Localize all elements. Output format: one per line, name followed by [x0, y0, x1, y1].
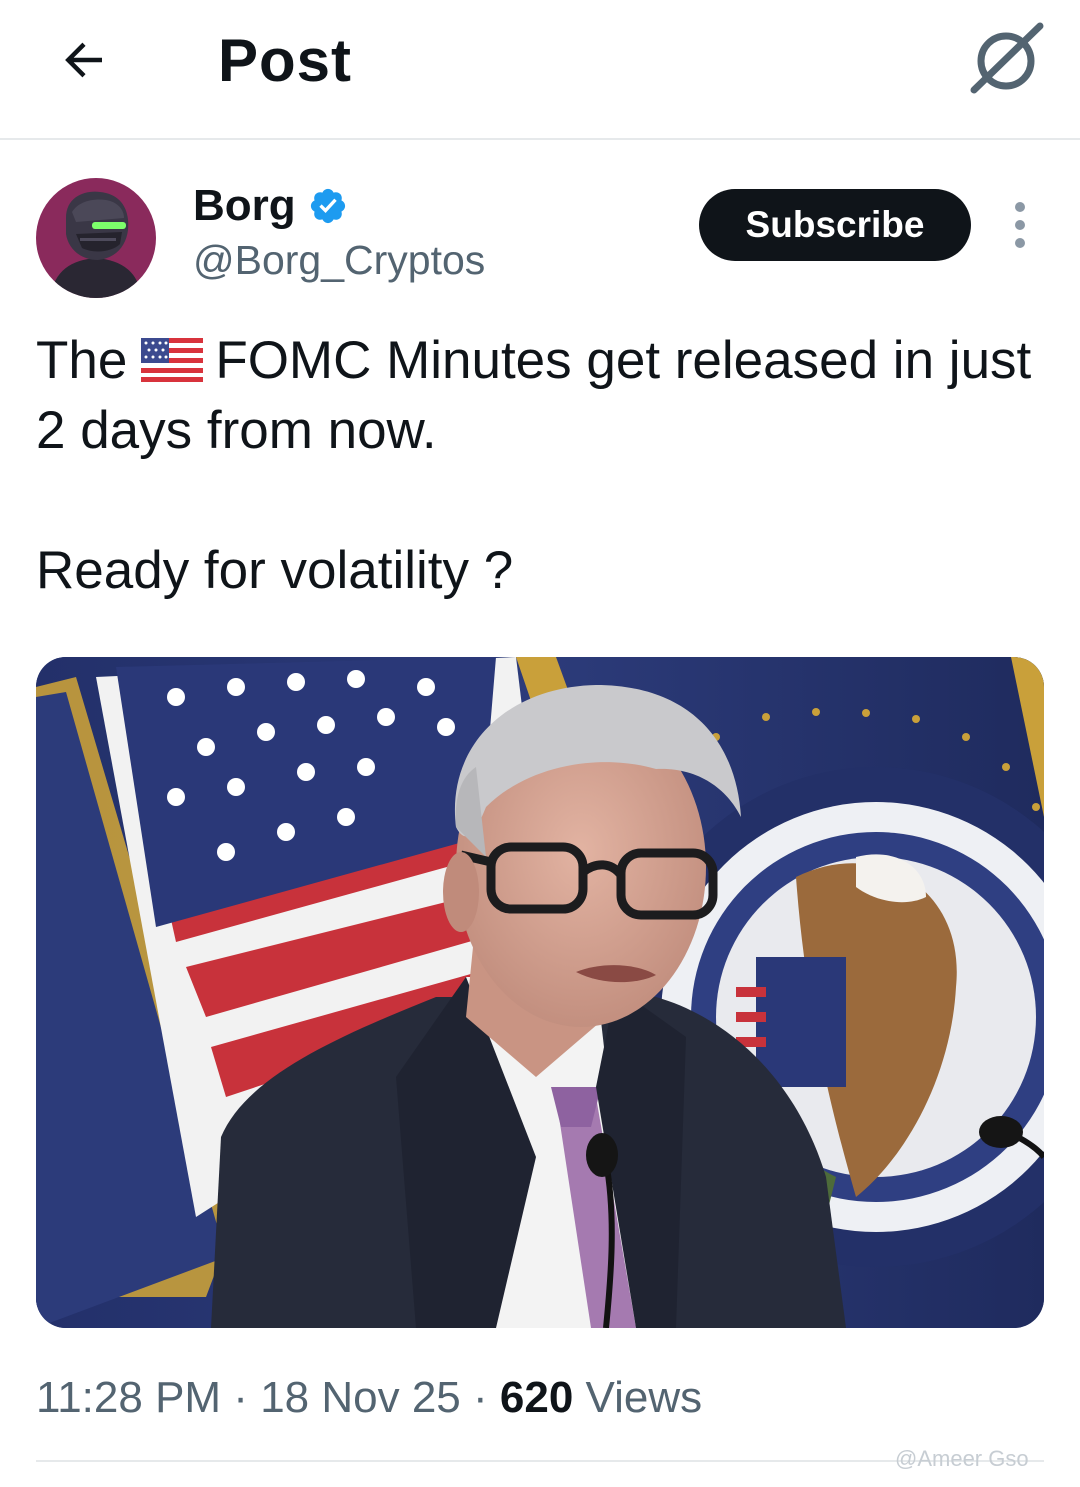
post-paragraph-2: Ready for volatility ?	[36, 541, 514, 600]
post-time[interactable]: 11:28 PM	[36, 1373, 221, 1422]
views-label: Views	[573, 1373, 703, 1422]
verified-badge-icon	[310, 188, 345, 224]
subscribe-button[interactable]: Subscribe	[699, 189, 971, 261]
post-metadata: 11:28 PM · 18 Nov 25 · 620 Views	[36, 1372, 702, 1424]
more-options-button[interactable]	[1000, 200, 1040, 250]
post-image[interactable]	[36, 657, 1044, 1328]
watermark: @Ameer Gso	[895, 1446, 1029, 1471]
post-paragraph-1: The FOMC Minutes get released in just 2 …	[36, 326, 1046, 466]
views-count[interactable]: 620	[500, 1373, 573, 1422]
post-date[interactable]: 18 Nov 25	[260, 1373, 461, 1422]
divider	[36, 1460, 1044, 1462]
top-bar: Post	[0, 0, 1080, 140]
avatar[interactable]	[36, 178, 156, 298]
more-dot-icon	[1015, 238, 1025, 248]
more-dot-icon	[1015, 220, 1025, 230]
author-name-row: Borg	[193, 180, 348, 232]
author-handle[interactable]: @Borg_Cryptos	[193, 236, 485, 284]
page-title: Post	[218, 27, 353, 94]
more-dot-icon	[1015, 202, 1025, 212]
separator: ·	[460, 1373, 500, 1422]
robot-avatar-icon	[36, 178, 156, 298]
speaker-photo-illustration	[36, 657, 1044, 1328]
arrow-left-icon	[65, 42, 102, 78]
grok-icon	[970, 22, 1044, 94]
author-display-name[interactable]: Borg	[193, 180, 296, 232]
back-button[interactable]	[52, 28, 116, 92]
separator: ·	[221, 1373, 261, 1422]
post-text: The FOMC Minutes get released in just 2 …	[36, 326, 1046, 606]
us-flag-icon	[141, 338, 204, 382]
grok-button[interactable]	[968, 22, 1048, 98]
post-text-segment: The	[36, 331, 128, 390]
